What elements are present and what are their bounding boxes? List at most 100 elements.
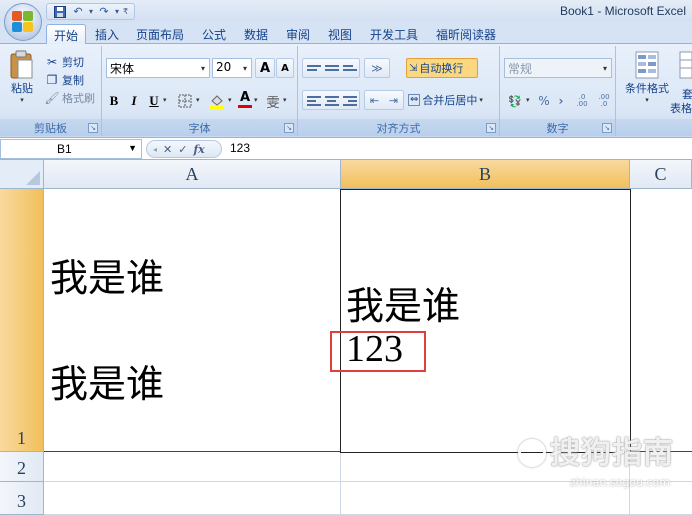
tab-home[interactable]: 开始 <box>46 24 86 44</box>
align-top-icon[interactable] <box>307 62 321 74</box>
align-right-icon[interactable] <box>343 94 357 108</box>
number-group: 常规 ▾ 💱 ▾ % › .0 .00 .00 .0 数字 ↘ <box>500 46 616 136</box>
cancel-entry-button[interactable]: ✕ <box>163 143 172 156</box>
borders-dropdown-icon[interactable]: ▾ <box>196 96 200 104</box>
increase-decimal-button[interactable]: .0 .00 <box>572 90 592 112</box>
cell-a1-text-line1: 我是谁 <box>50 256 165 300</box>
font-name-dropdown-icon[interactable]: ▾ <box>197 59 209 77</box>
scissors-icon: ✂ <box>46 54 58 69</box>
font-color-dropdown-icon[interactable]: ▾ <box>254 96 258 104</box>
customize-qat-button[interactable]: ₹ <box>123 7 128 16</box>
number-format-dropdown-icon[interactable]: ▾ <box>599 59 611 77</box>
fill-color-dropdown-icon[interactable]: ▾ <box>228 96 232 104</box>
borders-button[interactable] <box>174 90 196 112</box>
tab-review[interactable]: 审阅 <box>280 24 316 44</box>
insert-function-button[interactable]: fx <box>193 143 204 156</box>
title-bar: ↶ ▾ ↷ ▾ ₹ Book1 - Microsoft Excel <box>0 0 692 22</box>
row-header-1[interactable]: 1 <box>0 189 44 452</box>
increase-indent-icon[interactable]: ⇥ <box>389 94 398 107</box>
clipboard-launcher-icon[interactable]: ↘ <box>88 123 98 133</box>
horizontal-align-buttons <box>302 90 360 110</box>
wrap-text-icon: ⇲ <box>409 62 418 74</box>
indent-buttons: ⇤ ⇥ <box>364 90 404 110</box>
format-painter-button[interactable]: 🖌 格式刷 <box>44 88 95 107</box>
phonetic-dropdown-icon[interactable]: ▾ <box>283 96 287 104</box>
row-header-3[interactable]: 3 <box>0 482 44 515</box>
redo-dropdown-icon[interactable]: ▾ <box>115 7 119 16</box>
orientation-button[interactable]: ≫ <box>364 58 390 78</box>
column-header-c[interactable]: C <box>630 160 692 189</box>
comma-style-button[interactable]: › <box>554 90 568 112</box>
name-box[interactable]: B1 ▼ <box>0 139 142 159</box>
watermark: 搜狗指南 <box>518 428 674 472</box>
font-size-dropdown-icon[interactable]: ▾ <box>239 59 251 77</box>
column-header-a[interactable]: A <box>44 160 341 189</box>
accounting-dropdown-icon[interactable]: ▾ <box>526 96 530 104</box>
format-as-table-label-partial: 表格 <box>670 102 692 115</box>
tab-formulas[interactable]: 公式 <box>196 24 232 44</box>
italic-button[interactable]: I <box>126 90 142 112</box>
number-launcher-icon[interactable]: ↘ <box>602 123 612 133</box>
decrease-decimal-button[interactable]: .00 .0 <box>594 90 614 112</box>
format-as-table-icon <box>679 51 692 79</box>
paste-icon <box>10 50 33 79</box>
font-name-combo[interactable]: 宋体 ▾ <box>106 58 210 78</box>
cut-button[interactable]: ✂ 剪切 <box>44 52 84 71</box>
bold-button[interactable]: B <box>106 90 122 112</box>
undo-icon[interactable]: ↶ <box>71 5 85 18</box>
tab-foxit-reader[interactable]: 福昕阅读器 <box>430 24 502 44</box>
cell-a1[interactable] <box>44 189 341 452</box>
office-button[interactable] <box>4 3 42 41</box>
merge-center-button[interactable]: ⇔ 合并后居中 ▾ <box>408 90 496 110</box>
row-header-2[interactable]: 2 <box>0 452 44 482</box>
font-launcher-icon[interactable]: ↘ <box>284 123 294 133</box>
column-header-b[interactable]: B <box>341 160 630 189</box>
fill-color-button[interactable] <box>206 90 228 112</box>
underline-dropdown-icon[interactable]: ▾ <box>163 96 167 104</box>
phonetic-button[interactable]: 雯 <box>264 90 282 112</box>
cell-a2[interactable] <box>44 452 341 482</box>
wrap-text-button[interactable]: ⇲ 自动换行 <box>406 58 478 78</box>
align-left-icon[interactable] <box>307 94 321 108</box>
tab-view[interactable]: 视图 <box>322 24 358 44</box>
cell-c1[interactable] <box>630 189 692 452</box>
undo-dropdown-icon[interactable]: ▾ <box>89 7 93 16</box>
redo-icon[interactable]: ↷ <box>97 5 111 18</box>
number-format-combo[interactable]: 常规 ▾ <box>504 58 612 78</box>
font-color-button[interactable]: A <box>236 88 254 110</box>
name-box-dropdown-icon[interactable]: ▼ <box>128 143 137 153</box>
grow-font-button[interactable]: A <box>255 58 275 78</box>
paste-button[interactable]: 粘贴 ▾ <box>6 50 38 106</box>
conditional-format-button[interactable]: 条件格式 ▾ <box>620 50 674 110</box>
enter-entry-button[interactable]: ✓ <box>178 143 187 156</box>
shrink-font-button[interactable]: A <box>276 58 294 78</box>
tab-developer[interactable]: 开发工具 <box>364 24 424 44</box>
align-bottom-icon[interactable] <box>343 62 357 74</box>
align-center-icon[interactable] <box>325 94 339 108</box>
cell-a3[interactable] <box>44 482 341 515</box>
copy-icon: ❐ <box>46 72 58 87</box>
formula-input[interactable]: 123 <box>230 141 250 155</box>
copy-button[interactable]: ❐ 复制 <box>44 70 84 89</box>
styles-group-label-bar <box>616 119 692 136</box>
clipboard-group-label: 剪贴板 <box>0 119 101 136</box>
orientation-icon: ≫ <box>371 61 383 75</box>
accounting-format-button[interactable]: 💱 <box>504 90 526 112</box>
percent-button[interactable]: % <box>536 90 552 112</box>
select-all-button[interactable] <box>0 160 44 189</box>
save-icon[interactable] <box>53 5 67 18</box>
alignment-launcher-icon[interactable]: ↘ <box>486 123 496 133</box>
tab-data[interactable]: 数据 <box>238 24 274 44</box>
underline-button[interactable]: U <box>146 90 162 112</box>
font-size-combo[interactable]: 20 ▾ <box>212 58 252 78</box>
ribbon: 粘贴 ▾ ✂ 剪切 ❐ 复制 🖌 格式刷 剪贴板 ↘ 宋体 ▾ 20 ▾ A A… <box>0 44 692 138</box>
tab-page-layout[interactable]: 页面布局 <box>130 24 190 44</box>
merge-center-dropdown-icon[interactable]: ▾ <box>479 96 483 104</box>
watermark-logo-icon <box>518 439 546 467</box>
align-middle-icon[interactable] <box>325 62 339 74</box>
alignment-group: ≫ ⇲ 自动换行 ⇤ ⇥ ⇔ 合并后居中 ▾ 对齐方式 ↘ <box>298 46 500 136</box>
border-icon <box>178 94 192 108</box>
font-group: 宋体 ▾ 20 ▾ A A B I U ▾ ▾ ▾ A ▾ 雯 ▾ 字体 ↘ <box>102 46 298 136</box>
decrease-indent-icon[interactable]: ⇤ <box>370 94 379 107</box>
tab-insert[interactable]: 插入 <box>90 24 124 44</box>
